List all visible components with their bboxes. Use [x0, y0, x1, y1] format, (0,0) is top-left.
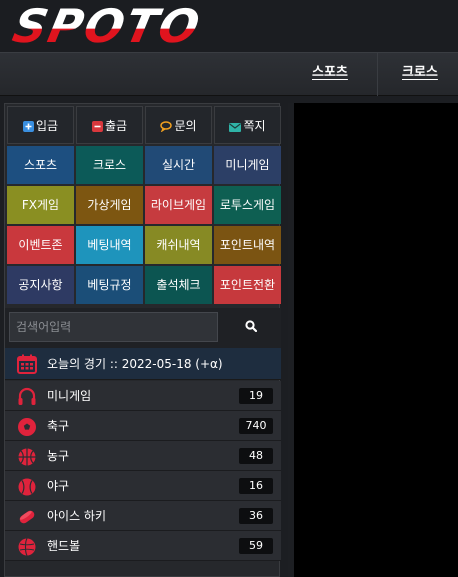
- quick-menu-button[interactable]: 포인트내역: [214, 226, 281, 264]
- quick-menu-label: 실시간: [161, 158, 196, 172]
- envelope-icon: [229, 123, 242, 132]
- quick-menu-button[interactable]: 미니게임: [214, 146, 281, 184]
- quick-menu-label: FX게임: [21, 198, 60, 212]
- search-bar: [5, 308, 281, 348]
- main-nav: 스포츠 크로스: [0, 52, 458, 96]
- sport-label: 아이스 하키: [47, 509, 107, 523]
- quick-menu-button[interactable]: 베팅규정: [76, 266, 143, 304]
- sport-count-badge: 36: [239, 508, 273, 524]
- logo-bar: SPOTO: [0, 0, 458, 53]
- quick-menu-button[interactable]: 크로스: [76, 146, 143, 184]
- quick-menu-label: 이벤트존: [18, 238, 63, 252]
- inquiry-button[interactable]: 문의: [145, 106, 212, 144]
- quick-menu-button[interactable]: 가상게임: [76, 186, 143, 224]
- quick-menu-button[interactable]: 포인트전환: [214, 266, 281, 304]
- quick-menu-label: 베팅규정: [87, 278, 132, 292]
- nav-divider: [377, 53, 378, 96]
- sport-count-badge: 740: [239, 418, 273, 434]
- main-content: [288, 103, 458, 577]
- sport-row[interactable]: 야구 16: [5, 471, 281, 501]
- nav-item-cross[interactable]: 크로스: [402, 53, 438, 96]
- quick-menu-label: 미니게임: [225, 158, 270, 172]
- deposit-label: 입금: [35, 119, 59, 133]
- quick-menu-label: 포인트내역: [219, 238, 276, 252]
- search-input[interactable]: [9, 312, 218, 342]
- today-games-label: 오늘의 경기 :: 2022-05-18 (+α): [47, 357, 223, 371]
- sport-count-badge: 48: [239, 448, 273, 464]
- minus-square-icon: [91, 121, 103, 132]
- search-icon: [245, 320, 258, 333]
- sport-row[interactable]: 농구 48: [5, 441, 281, 471]
- soccer-ball-icon: [17, 417, 37, 441]
- inquiry-label: 문의: [174, 119, 197, 133]
- chat-bubble-icon: [160, 121, 173, 132]
- quick-menu-button[interactable]: 캐쉬내역: [145, 226, 212, 264]
- basketball-icon: [17, 447, 37, 471]
- headset-icon: [17, 387, 37, 411]
- quick-menu-button[interactable]: 로투스게임: [214, 186, 281, 224]
- deposit-button[interactable]: 입금: [7, 106, 74, 144]
- message-button[interactable]: 쪽지: [214, 106, 281, 144]
- plus-square-icon: [22, 121, 34, 132]
- quick-menu-label: 공지사항: [18, 278, 63, 292]
- quick-menu-label: 로투스게임: [219, 198, 276, 212]
- quick-menu-button[interactable]: 실시간: [145, 146, 212, 184]
- quick-menu-label: 출석체크: [156, 278, 201, 292]
- quick-menu-button[interactable]: 공지사항: [7, 266, 74, 304]
- quick-menu-label: 스포츠: [23, 158, 58, 172]
- hockey-puck-icon: [17, 507, 37, 531]
- sport-row[interactable]: 축구 740: [5, 411, 281, 441]
- sidebar: 입금 출금 문의 쪽지 스포츠 크로스 실시간 미니게임 FX게임 가상게임 라이브게임 로투…: [4, 103, 281, 577]
- baseball-icon: [17, 477, 37, 501]
- sport-label: 미니게임: [47, 389, 92, 403]
- today-games-header: 오늘의 경기 :: 2022-05-18 (+α): [5, 348, 281, 380]
- quick-menu-button[interactable]: 라이브게임: [145, 186, 212, 224]
- withdraw-button[interactable]: 출금: [76, 106, 143, 144]
- sport-label: 축구: [47, 419, 70, 433]
- quick-menu-button[interactable]: 출석체크: [145, 266, 212, 304]
- sport-row[interactable]: 미니게임 19: [5, 381, 281, 411]
- quick-menu-label: 가상게임: [87, 198, 132, 212]
- sport-row[interactable]: 아이스 하키 36: [5, 501, 281, 531]
- sport-label: 농구: [47, 449, 70, 463]
- quick-menu-label: 캐쉬내역: [156, 238, 201, 252]
- quick-menu-button[interactable]: 베팅내역: [76, 226, 143, 264]
- quick-menu-label: 라이브게임: [150, 198, 207, 212]
- calendar-icon: [17, 354, 37, 374]
- sport-count-badge: 59: [239, 538, 273, 554]
- quick-menu-label: 포인트전환: [219, 278, 276, 292]
- quick-menu-button[interactable]: 스포츠: [7, 146, 74, 184]
- withdraw-label: 출금: [104, 119, 128, 133]
- sport-label: 핸드볼: [47, 539, 81, 553]
- quick-menu-button[interactable]: FX게임: [7, 186, 74, 224]
- quick-menu-button[interactable]: 이벤트존: [7, 226, 74, 264]
- sport-label: 야구: [47, 479, 70, 493]
- nav-item-sports[interactable]: 스포츠: [312, 53, 348, 96]
- search-button[interactable]: [225, 312, 277, 342]
- message-label: 쪽지: [243, 119, 266, 133]
- sport-count-badge: 19: [239, 388, 273, 404]
- quick-menu-label: 크로스: [92, 158, 127, 172]
- handball-icon: [17, 537, 37, 561]
- sport-row[interactable]: 핸드볼 59: [5, 531, 281, 561]
- site-logo[interactable]: SPOTO: [8, 0, 206, 53]
- quick-menu-label: 베팅내역: [87, 238, 132, 252]
- sport-count-badge: 16: [239, 478, 273, 494]
